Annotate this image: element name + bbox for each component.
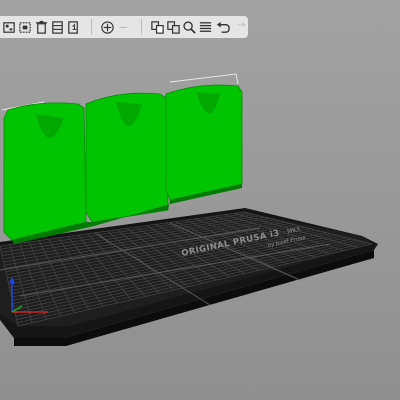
undo-icon bbox=[216, 21, 230, 33]
scene-canvas[interactable]: ORIGINAL PRUSA i3 MK3 by Josef Prusa bbox=[0, 0, 400, 400]
delete-icon bbox=[19, 21, 31, 33]
search-button[interactable] bbox=[182, 19, 197, 36]
delete-all-icon bbox=[35, 20, 48, 34]
3d-viewport[interactable]: ORIGINAL PRUSA i3 MK3 by Josef Prusa bbox=[0, 0, 400, 400]
split-objects-icon bbox=[151, 20, 165, 34]
add-icon bbox=[3, 21, 15, 33]
redo-icon bbox=[237, 21, 247, 27]
layers-button[interactable] bbox=[198, 19, 213, 36]
layers-icon bbox=[200, 21, 212, 32]
plus-icon bbox=[101, 20, 114, 34]
copy-icon bbox=[68, 20, 78, 34]
split-parts-icon bbox=[167, 20, 181, 34]
selection-bbox-right bbox=[169, 73, 239, 85]
delete-button[interactable] bbox=[18, 19, 33, 36]
delete-all-button[interactable] bbox=[34, 19, 49, 36]
undo-button[interactable] bbox=[216, 19, 231, 36]
add-instance-button[interactable] bbox=[100, 19, 115, 36]
search-icon bbox=[183, 20, 197, 34]
split-parts-button[interactable] bbox=[166, 19, 181, 36]
redo-button[interactable] bbox=[232, 19, 247, 36]
remove-instance-button[interactable] bbox=[116, 19, 131, 36]
arrange-button[interactable] bbox=[50, 19, 65, 36]
minus-icon bbox=[119, 26, 128, 28]
arrange-icon bbox=[52, 20, 63, 34]
copy-button[interactable] bbox=[66, 19, 81, 36]
split-objects-button[interactable] bbox=[150, 19, 165, 36]
main-toolbar bbox=[0, 16, 248, 38]
add-button[interactable] bbox=[2, 19, 17, 36]
